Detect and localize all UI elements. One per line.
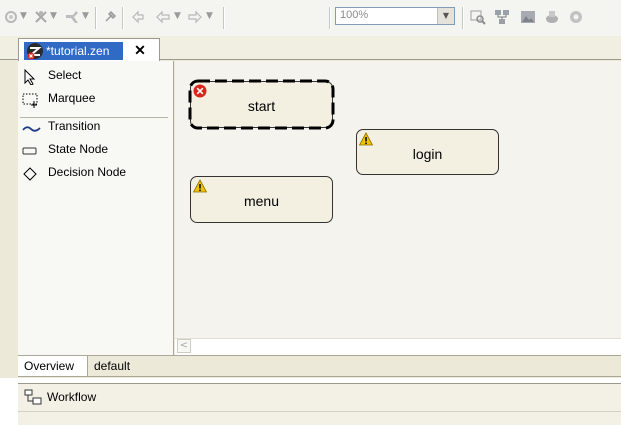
node-label: menu: [243, 193, 280, 209]
palette: Select Marquee Transition State Node Dec…: [18, 61, 174, 355]
toolbar-separator: [95, 7, 97, 29]
zen-file-icon: [27, 43, 43, 60]
chevron-down-icon[interactable]: ▼: [437, 8, 454, 24]
zoom-fit-icon[interactable]: [470, 9, 486, 25]
pointer-icon: [24, 69, 36, 85]
tab-overview-label: Overview: [24, 359, 75, 373]
palette-item-label: Transition: [48, 119, 101, 133]
palette-item-decision-node[interactable]: Decision Node: [18, 163, 168, 183]
forward-dropdown-icon[interactable]: ▼: [206, 11, 213, 21]
state-node-menu[interactable]: menu: [190, 176, 333, 223]
layout-icon[interactable]: [494, 9, 510, 25]
transition-icon: [22, 126, 41, 132]
outline-label: Workflow: [47, 390, 97, 404]
run-dropdown-icon[interactable]: ▼: [20, 11, 27, 21]
close-icon[interactable]: ✕: [131, 41, 149, 59]
pin-icon[interactable]: [102, 9, 118, 25]
warning-icon: [359, 132, 373, 146]
last-edit-icon[interactable]: [130, 9, 146, 25]
divider: [18, 411, 621, 412]
toolbar-separator: [223, 7, 225, 29]
editor-tab-label: *tutorial.zen: [46, 44, 110, 58]
external-tools-dropdown-icon[interactable]: ▼: [82, 11, 89, 21]
back-dropdown-icon[interactable]: ▼: [174, 11, 181, 21]
toolbar: ▼ ▼ ▼ ▼ ▼ 100% ▼: [0, 0, 621, 36]
debug-dropdown-icon[interactable]: ▼: [50, 11, 57, 21]
palette-item-label: Select: [48, 68, 82, 82]
toolbar-separator: [462, 7, 464, 29]
horizontal-scrollbar[interactable]: [175, 338, 621, 355]
marquee-icon: [22, 93, 38, 108]
decision-node-icon: [23, 167, 37, 181]
zoom-value: 100%: [340, 9, 369, 21]
image-export-icon[interactable]: [520, 9, 536, 25]
debug-icon[interactable]: [33, 9, 49, 25]
print-icon[interactable]: [544, 9, 560, 25]
palette-item-marquee[interactable]: Marquee: [18, 89, 168, 109]
node-label: login: [412, 146, 443, 162]
palette-item-transition[interactable]: Transition: [18, 117, 168, 137]
external-tools-icon[interactable]: [64, 9, 80, 25]
warning-icon: [193, 179, 207, 193]
zoom-combo[interactable]: 100% ▼: [335, 7, 455, 25]
back-icon[interactable]: [155, 9, 171, 25]
state-node-login[interactable]: login: [356, 129, 499, 175]
workflow-icon: [24, 389, 42, 405]
tab-default-label: default: [94, 359, 131, 373]
settings-icon[interactable]: [568, 9, 584, 25]
toolbar-separator: [329, 7, 331, 29]
palette-item-select[interactable]: Select: [18, 66, 168, 86]
selection-handles[interactable]: [188, 79, 335, 130]
toolbar-separator: [122, 7, 124, 29]
run-icon[interactable]: [3, 9, 19, 25]
outline-item-workflow[interactable]: [18, 385, 621, 411]
tab-overview[interactable]: Overview: [18, 356, 88, 376]
state-node-icon: [22, 147, 37, 155]
forward-icon[interactable]: [187, 9, 203, 25]
palette-separator: [20, 117, 168, 118]
palette-item-label: State Node: [48, 142, 109, 156]
palette-item-label: Marquee: [48, 91, 96, 105]
palette-item-label: Decision Node: [48, 165, 127, 179]
scroll-left-icon[interactable]: <: [177, 339, 191, 353]
palette-item-state-node[interactable]: State Node: [18, 140, 168, 160]
tab-default[interactable]: default: [88, 356, 148, 376]
